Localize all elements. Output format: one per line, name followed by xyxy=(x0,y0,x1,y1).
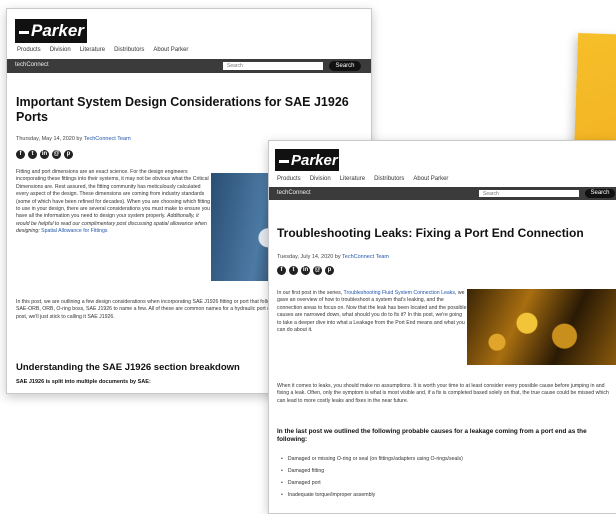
article-photo xyxy=(467,289,616,365)
logo-text: Parker xyxy=(291,151,338,169)
intro-paragraph: Fitting and port dimensions are an exact… xyxy=(16,169,212,235)
intro-text-start: In our first post in the series, xyxy=(277,290,343,296)
print-icon[interactable]: p xyxy=(325,266,334,275)
previous-post-link[interactable]: Troubleshooting Fluid System Connection … xyxy=(344,290,455,296)
linkedin-icon[interactable]: in xyxy=(40,150,49,159)
site-header-bar: techConnect Search xyxy=(269,187,616,200)
post-date: Thursday, May 14, 2020 by TechConnect Te… xyxy=(16,136,131,142)
search-button[interactable]: Search xyxy=(585,189,615,198)
intro-text: Fitting and port dimensions are an exact… xyxy=(16,169,211,220)
search-input[interactable] xyxy=(223,62,323,70)
main-nav: Products Division Literature Distributor… xyxy=(277,176,448,182)
parker-logo[interactable]: Parker xyxy=(275,149,339,171)
causes-list: Damaged or missing O-ring or seal (on fi… xyxy=(281,453,463,501)
author-link[interactable]: TechConnect Team xyxy=(342,254,389,260)
nav-about-parker[interactable]: About Parker xyxy=(413,176,448,182)
nav-literature[interactable]: Literature xyxy=(80,47,105,53)
list-item: Damaged or missing O-ring or seal (on fi… xyxy=(281,453,463,465)
nav-products[interactable]: Products xyxy=(17,47,41,53)
nav-distributors[interactable]: Distributors xyxy=(374,176,404,182)
nav-about-parker[interactable]: About Parker xyxy=(153,47,188,53)
spatial-allowance-link[interactable]: Spatial Allowance for Fittings xyxy=(41,228,107,234)
nav-products[interactable]: Products xyxy=(277,176,301,182)
intro-paragraph: In our first post in the series, Trouble… xyxy=(277,290,467,334)
site-brand[interactable]: techConnect xyxy=(277,190,311,196)
article-page-troubleshooting: Parker Products Division Literature Dist… xyxy=(268,140,616,514)
nav-distributors[interactable]: Distributors xyxy=(114,47,144,53)
site-header-bar: techConnect Search xyxy=(7,59,371,73)
twitter-icon[interactable]: t xyxy=(28,150,37,159)
nav-division[interactable]: Division xyxy=(310,176,331,182)
search-input[interactable] xyxy=(479,190,579,197)
date-text: Thursday, May 14, 2020 by xyxy=(16,136,83,142)
nav-literature[interactable]: Literature xyxy=(340,176,365,182)
date-text: Tuesday, July 14, 2020 by xyxy=(277,254,341,260)
nav-division[interactable]: Division xyxy=(50,47,71,53)
search-button[interactable]: Search xyxy=(329,61,361,71)
body-paragraph: When it comes to leaks, you should make … xyxy=(277,383,609,404)
post-date: Tuesday, July 14, 2020 by TechConnect Te… xyxy=(277,254,389,260)
facebook-icon[interactable]: f xyxy=(277,266,286,275)
intro-text-rest: , we gave an overview of how to troubles… xyxy=(277,290,467,333)
list-item: Damaged fitting xyxy=(281,465,463,477)
share-icons: f t in @ p xyxy=(277,266,334,275)
facebook-icon[interactable]: f xyxy=(16,150,25,159)
linkedin-icon[interactable]: in xyxy=(301,266,310,275)
page-title: Troubleshooting Leaks: Fixing a Port End… xyxy=(277,226,584,240)
twitter-icon[interactable]: t xyxy=(289,266,298,275)
print-icon[interactable]: p xyxy=(64,150,73,159)
main-nav: Products Division Literature Distributor… xyxy=(17,47,188,53)
email-icon[interactable]: @ xyxy=(313,266,322,275)
email-icon[interactable]: @ xyxy=(52,150,61,159)
list-item: Inadequate torque/improper assembly xyxy=(281,489,463,501)
parker-logo[interactable]: Parker xyxy=(15,19,87,43)
site-brand[interactable]: techConnect xyxy=(15,62,49,68)
share-icons: f t in @ p xyxy=(16,150,73,159)
page-title: Important System Design Considerations f… xyxy=(16,95,349,124)
section-heading: In the last post we outlined the followi… xyxy=(277,428,587,444)
logo-text: Parker xyxy=(31,21,84,40)
list-item: Damaged port xyxy=(281,477,463,489)
author-link[interactable]: TechConnect Team xyxy=(84,136,131,142)
